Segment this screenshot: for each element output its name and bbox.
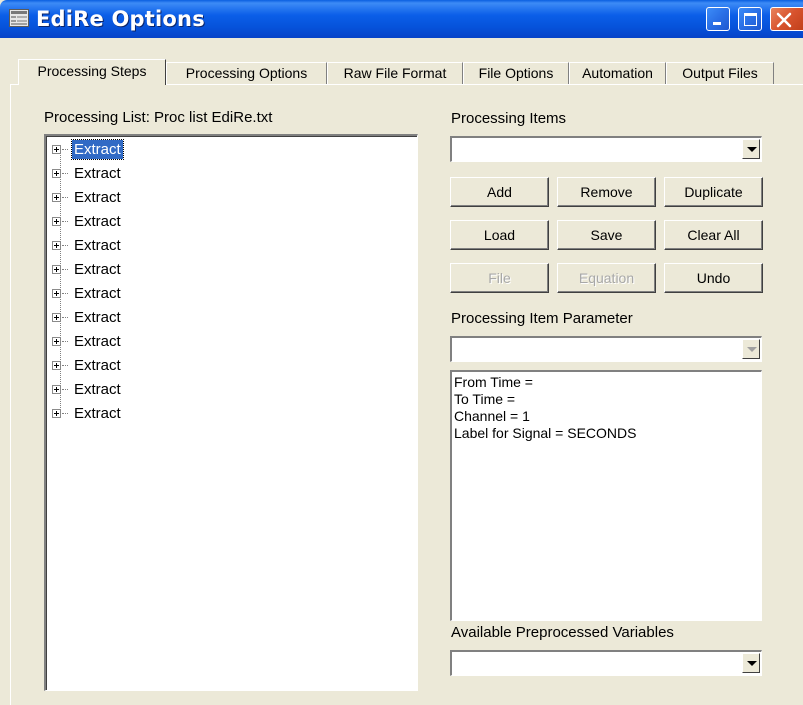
available-preprocessed-variables-select[interactable] [450, 650, 762, 676]
tab-file-options[interactable]: File Options [463, 62, 569, 84]
tree-item-label[interactable]: Extract [72, 380, 123, 399]
processing-list-tree[interactable]: Extract Extract Extract Extract Extract … [44, 134, 418, 691]
maximize-icon [744, 13, 757, 26]
minimize-button[interactable] [706, 7, 730, 31]
close-icon [776, 12, 792, 28]
parameter-line: To Time = [454, 391, 516, 407]
chevron-down-icon [747, 147, 757, 152]
expand-icon[interactable] [52, 289, 61, 298]
expand-icon[interactable] [52, 217, 61, 226]
add-button[interactable]: Add [450, 177, 549, 207]
chevron-down-icon [747, 347, 757, 352]
window-title: EdiRe Options [36, 7, 205, 31]
dropdown-button[interactable] [742, 653, 760, 673]
app-icon [9, 9, 29, 27]
chevron-down-icon [747, 661, 757, 666]
tree-item-label[interactable]: Extract [72, 164, 123, 183]
processing-list-label: Processing List: Proc list EdiRe.txt [44, 109, 273, 126]
dropdown-button[interactable] [742, 139, 760, 159]
tree-item-label[interactable]: Extract [72, 308, 123, 327]
undo-button[interactable]: Undo [664, 263, 763, 293]
close-button[interactable] [770, 7, 803, 31]
dropdown-button[interactable] [742, 339, 760, 359]
expand-icon[interactable] [52, 145, 61, 154]
file-button[interactable]: File [450, 263, 549, 293]
tree-item-label[interactable]: Extract [72, 188, 123, 207]
tab-raw-file-format[interactable]: Raw File Format [327, 62, 463, 84]
tree-item-label[interactable]: Extract [72, 332, 123, 351]
parameter-text-area[interactable]: From Time = To Time = Channel = 1 Label … [450, 370, 762, 621]
expand-icon[interactable] [52, 193, 61, 202]
save-button[interactable]: Save [557, 220, 656, 250]
tree-guide-line [60, 150, 61, 418]
clear-all-button[interactable]: Clear All [664, 220, 763, 250]
tab-processing-options[interactable]: Processing Options [166, 62, 327, 84]
tree-item-label[interactable]: Extract [72, 212, 123, 231]
expand-icon[interactable] [52, 265, 61, 274]
tab-output-files[interactable]: Output Files [666, 62, 774, 84]
minimize-icon [713, 22, 721, 25]
processing-item-parameter-select[interactable] [450, 336, 762, 362]
parameter-line: From Time = [454, 374, 533, 390]
parameter-line: Channel = 1 [454, 408, 530, 424]
equation-button[interactable]: Equation [557, 263, 656, 293]
tree-item-label[interactable]: Extract [71, 139, 124, 160]
available-preprocessed-variables-label: Available Preprocessed Variables [451, 624, 674, 641]
expand-icon[interactable] [52, 409, 61, 418]
tab-processing-steps[interactable]: Processing Steps [18, 59, 166, 85]
tree-item-label[interactable]: Extract [72, 404, 123, 423]
duplicate-button[interactable]: Duplicate [664, 177, 763, 207]
tree-item-label[interactable]: Extract [72, 236, 123, 255]
expand-icon[interactable] [52, 337, 61, 346]
title-bar[interactable]: EdiRe Options [0, 0, 803, 38]
tree-item-label[interactable]: Extract [72, 284, 123, 303]
expand-icon[interactable] [52, 361, 61, 370]
tab-automation[interactable]: Automation [569, 62, 666, 84]
load-button[interactable]: Load [450, 220, 549, 250]
tree-item-label[interactable]: Extract [72, 260, 123, 279]
processing-items-label: Processing Items [451, 110, 567, 127]
remove-button[interactable]: Remove [557, 177, 656, 207]
expand-icon[interactable] [52, 169, 61, 178]
expand-icon[interactable] [52, 241, 61, 250]
tree-item-label[interactable]: Extract [72, 356, 123, 375]
processing-items-select[interactable] [450, 136, 762, 162]
maximize-button[interactable] [738, 7, 762, 31]
parameter-line: Label for Signal = SECONDS [454, 425, 637, 441]
expand-icon[interactable] [52, 385, 61, 394]
processing-item-parameter-label: Processing Item Parameter [451, 310, 633, 327]
expand-icon[interactable] [52, 313, 61, 322]
